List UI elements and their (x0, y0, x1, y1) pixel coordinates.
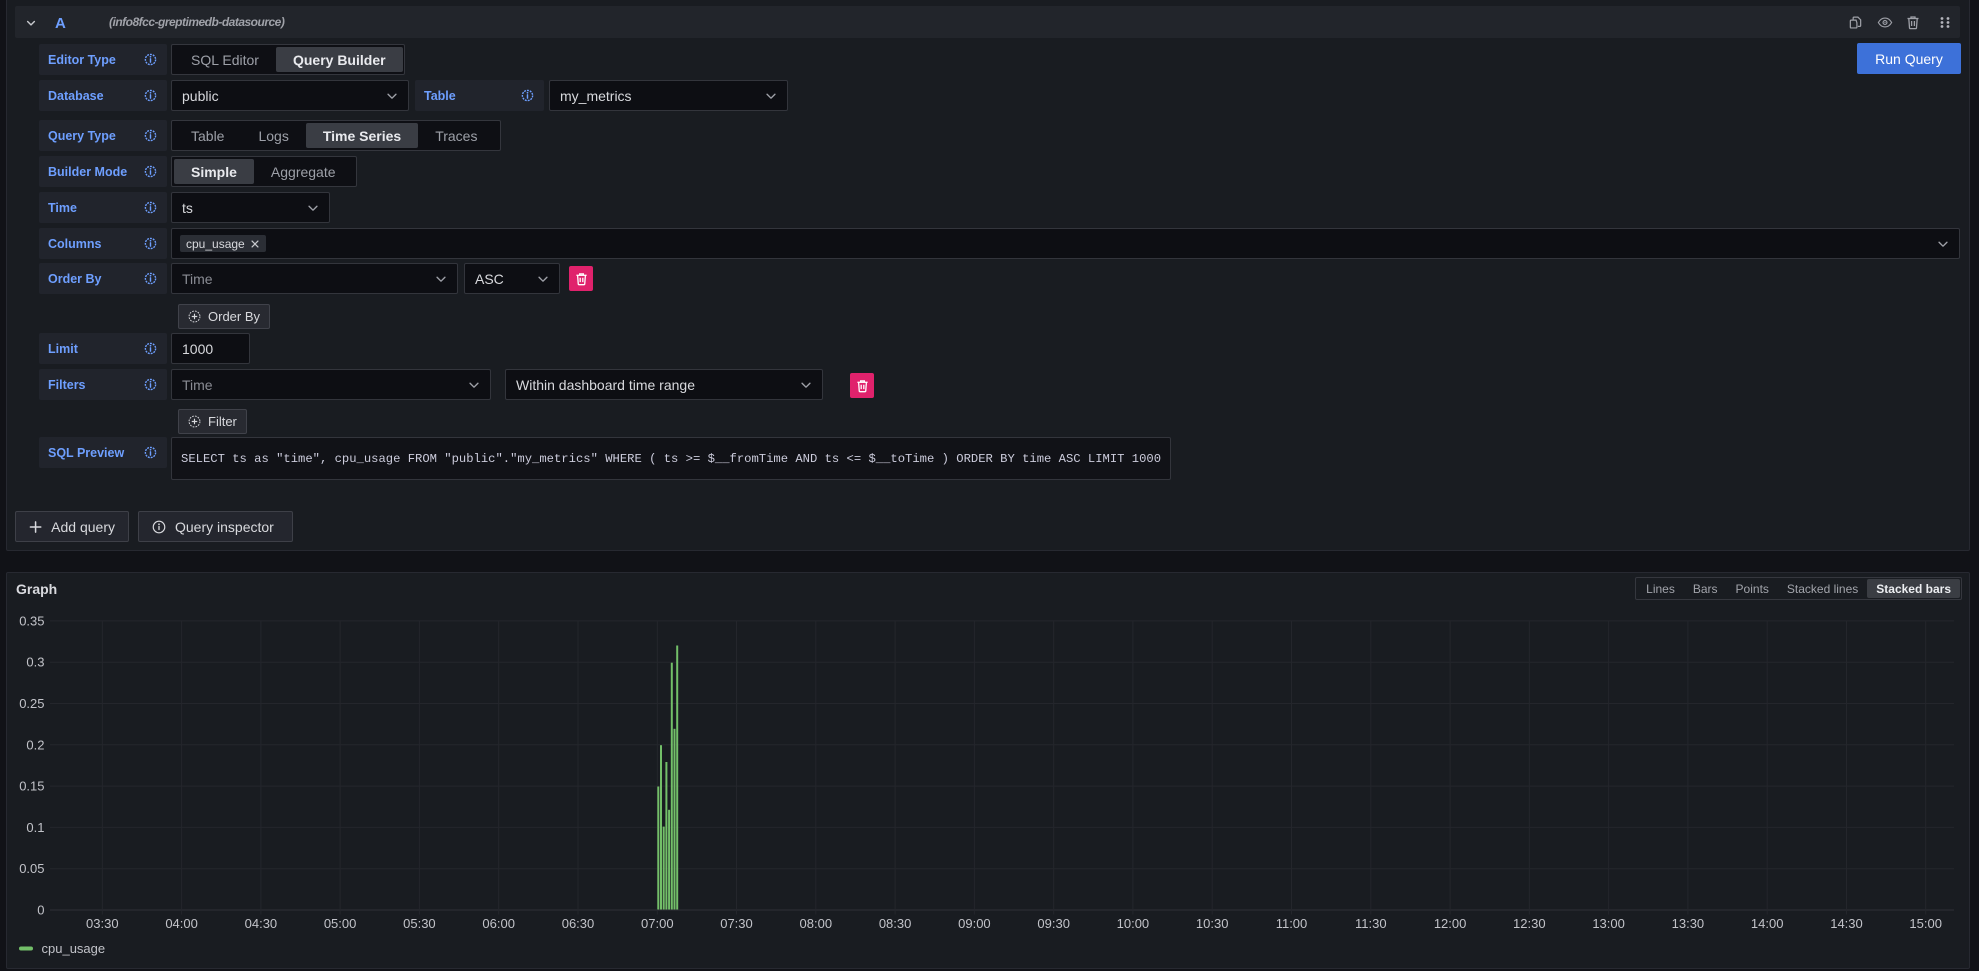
svg-text:09:30: 09:30 (1037, 916, 1070, 931)
svg-text:0.2: 0.2 (26, 737, 44, 752)
svg-text:13:30: 13:30 (1672, 916, 1705, 931)
svg-text:03:30: 03:30 (86, 916, 119, 931)
svg-text:0.05: 0.05 (19, 861, 44, 876)
svg-text:07:30: 07:30 (720, 916, 753, 931)
svg-text:11:00: 11:00 (1276, 916, 1308, 931)
svg-text:06:30: 06:30 (562, 916, 595, 931)
svg-text:0.35: 0.35 (19, 613, 44, 628)
svg-text:14:00: 14:00 (1751, 916, 1784, 931)
svg-text:12:30: 12:30 (1513, 916, 1546, 931)
svg-text:15:00: 15:00 (1909, 916, 1942, 931)
svg-text:10:00: 10:00 (1117, 916, 1150, 931)
svg-text:11:30: 11:30 (1355, 916, 1387, 931)
svg-text:0.1: 0.1 (26, 820, 44, 835)
svg-text:0.25: 0.25 (19, 696, 44, 711)
svg-text:04:00: 04:00 (165, 916, 198, 931)
svg-text:0.3: 0.3 (26, 655, 44, 670)
svg-text:07:00: 07:00 (641, 916, 674, 931)
svg-text:05:30: 05:30 (403, 916, 436, 931)
svg-text:06:00: 06:00 (482, 916, 515, 931)
svg-text:05:00: 05:00 (324, 916, 357, 931)
svg-text:0: 0 (37, 903, 44, 918)
svg-text:0.15: 0.15 (19, 779, 44, 794)
svg-text:13:00: 13:00 (1592, 916, 1625, 931)
svg-text:08:00: 08:00 (800, 916, 833, 931)
svg-text:12:00: 12:00 (1434, 916, 1467, 931)
svg-text:04:30: 04:30 (245, 916, 278, 931)
svg-text:08:30: 08:30 (879, 916, 912, 931)
svg-text:cpu_usage: cpu_usage (42, 941, 106, 956)
svg-text:14:30: 14:30 (1830, 916, 1863, 931)
svg-text:10:30: 10:30 (1196, 916, 1229, 931)
svg-text:09:00: 09:00 (958, 916, 991, 931)
